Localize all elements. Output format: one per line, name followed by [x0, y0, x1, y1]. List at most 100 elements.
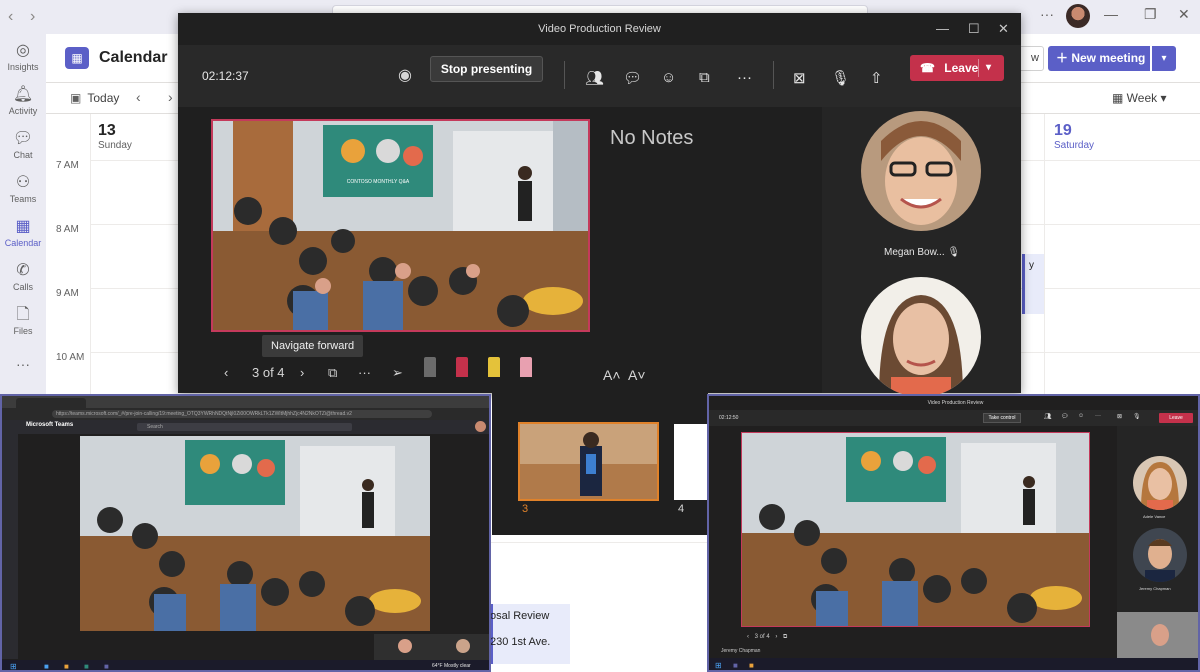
minimize-icon[interactable]: —: [1104, 6, 1118, 22]
presenter-notes: No Notes: [610, 127, 694, 149]
shared-slide-image: [742, 433, 1089, 626]
calendar-icon: ▦: [15, 218, 31, 235]
avatar[interactable]: [1066, 4, 1090, 28]
participant-video[interactable]: [861, 111, 981, 231]
chat-icon[interactable]: 💬︎: [623, 69, 642, 87]
view-select[interactable]: ▦ Week ▾: [1112, 91, 1167, 105]
more-options-icon[interactable]: ···: [358, 365, 371, 380]
participant-name: Megan Bow... 🎙︎: [884, 247, 960, 258]
search-input[interactable]: Search: [137, 423, 352, 431]
self-avatar: [1151, 624, 1169, 646]
participants-icon[interactable]: 👥︎: [585, 69, 604, 87]
participant-avatar[interactable]: [398, 639, 412, 653]
take-control-button[interactable]: Take control: [983, 413, 1021, 423]
rooms-icon[interactable]: ⧉: [699, 69, 710, 86]
chevron-down-icon[interactable]: ▾: [986, 55, 991, 81]
maximize-icon[interactable]: ❐: [1144, 6, 1157, 23]
calendar-today-icon: ▣: [70, 91, 82, 105]
url-field[interactable]: https://teams.microsoft.com/_#/pre-join-…: [52, 410, 432, 418]
self-video[interactable]: [1117, 612, 1198, 660]
day-name: Sunday: [98, 140, 132, 151]
window-title: Video Production Review: [178, 13, 1021, 45]
rail-item-chat[interactable]: 💬︎ Chat: [0, 130, 46, 160]
current-slide[interactable]: CONTOSO MONTHLY Q&A: [211, 119, 590, 332]
file-icon: 🗋︎: [16, 306, 30, 323]
rail-item-insights[interactable]: ◎ Insights: [0, 42, 46, 72]
more-apps-icon[interactable]: ···: [0, 356, 46, 372]
taskbar-app-icon[interactable]: ■: [749, 661, 754, 670]
rail-item-activity[interactable]: 🔔︎ Activity: [0, 86, 46, 116]
camera-off-icon[interactable]: ⊠: [793, 69, 806, 87]
forward-icon[interactable]: ›: [30, 8, 35, 26]
pointer-icon[interactable]: ➢: [392, 365, 403, 381]
windows-start-icon[interactable]: ⊞: [715, 661, 722, 670]
font-increase-icon[interactable]: A˄: [603, 367, 621, 383]
more-options-icon[interactable]: ···: [1095, 413, 1101, 419]
chat-icon: 💬︎: [12, 130, 34, 147]
share-icon[interactable]: ⇧: [870, 69, 883, 87]
chevron-left-icon[interactable]: ‹: [747, 634, 749, 640]
participant-panel: Megan Bow... 🎙︎: [822, 107, 1021, 397]
font-decrease-icon[interactable]: A˅: [628, 367, 646, 383]
more-options-icon[interactable]: ···: [1040, 6, 1054, 22]
highlighter-icon[interactable]: [488, 357, 500, 377]
browser-tab[interactable]: [16, 398, 86, 408]
grid-view-icon[interactable]: ⧉: [328, 365, 337, 381]
close-icon[interactable]: ✕: [998, 21, 1009, 37]
camera-icon[interactable]: ⊠: [1117, 413, 1122, 420]
chevron-right-icon[interactable]: ›: [300, 365, 304, 380]
stop-presenting-button[interactable]: Stop presenting: [430, 56, 543, 82]
rail-item-calls[interactable]: ✆ Calls: [0, 262, 46, 292]
window-title: Video Production Review: [927, 400, 984, 406]
taskbar-app-icon[interactable]: ■: [733, 661, 738, 670]
eraser-icon[interactable]: [520, 357, 532, 377]
today-button[interactable]: ▣ Today: [70, 91, 119, 105]
rail-item-label: Files: [13, 326, 33, 336]
grid-view-icon[interactable]: ⧉: [783, 634, 787, 640]
weather-widget[interactable]: 64°F Mostly clear: [432, 663, 471, 669]
meeting-timer: 02:12:50: [719, 415, 739, 421]
bell-icon: 🔔︎: [12, 86, 34, 103]
participant-video[interactable]: [1133, 456, 1187, 510]
shared-content-video: [80, 436, 430, 631]
calendar-event[interactable]: y: [1022, 254, 1044, 314]
slide-thumbnail[interactable]: [518, 422, 659, 501]
mic-off-icon[interactable]: 🎙︎: [831, 69, 850, 87]
participant-video[interactable]: [1133, 528, 1187, 582]
chat-icon[interactable]: 💬︎: [1061, 413, 1069, 420]
taskbar-app-icon[interactable]: ■: [104, 662, 109, 670]
more-options-icon[interactable]: ···: [737, 69, 752, 86]
participant-video[interactable]: [861, 277, 981, 397]
mic-icon[interactable]: 🎙︎: [1133, 413, 1141, 420]
chevron-left-icon[interactable]: ‹: [136, 89, 141, 105]
phone-hangup-icon: ☎: [920, 61, 935, 75]
eye-icon[interactable]: ◉: [398, 65, 412, 85]
chevron-right-icon[interactable]: ›: [775, 634, 777, 640]
avatar[interactable]: [475, 421, 486, 432]
reactions-icon[interactable]: ☺: [661, 69, 676, 86]
slide-thumbnail[interactable]: [674, 424, 708, 500]
minimize-icon[interactable]: —: [936, 21, 949, 36]
taskbar-app-icon[interactable]: ■: [64, 662, 69, 670]
leave-button[interactable]: Leave: [1159, 413, 1193, 423]
chevron-left-icon[interactable]: ‹: [224, 365, 228, 380]
pen-red-icon[interactable]: [456, 357, 468, 377]
taskbar-app-icon[interactable]: ■: [84, 662, 89, 670]
rail-item-calendar[interactable]: ▦ Calendar: [0, 218, 46, 248]
participants-icon[interactable]: 👥︎: [1044, 413, 1052, 420]
back-icon[interactable]: ‹: [8, 8, 13, 26]
participant-avatar[interactable]: [456, 639, 470, 653]
leave-button[interactable]: ☎ Leave ▾: [910, 55, 1004, 81]
windows-start-icon[interactable]: ⊞: [10, 662, 17, 670]
chevron-right-icon[interactable]: ›: [168, 89, 173, 105]
rail-item-teams[interactable]: ⚇ Teams: [0, 174, 46, 204]
participant-thumbnails: [374, 634, 489, 660]
maximize-icon[interactable]: ☐: [968, 21, 980, 37]
reactions-icon[interactable]: ☺: [1078, 413, 1084, 419]
chevron-down-icon[interactable]: ▾: [1152, 46, 1176, 71]
taskbar-app-icon[interactable]: ■: [44, 662, 49, 670]
new-meeting-button[interactable]: ＋ New meeting: [1048, 46, 1150, 71]
pen-gray-icon[interactable]: [424, 357, 436, 377]
close-icon[interactable]: ✕: [1178, 6, 1190, 23]
rail-item-files[interactable]: 🗋︎ Files: [0, 306, 46, 336]
